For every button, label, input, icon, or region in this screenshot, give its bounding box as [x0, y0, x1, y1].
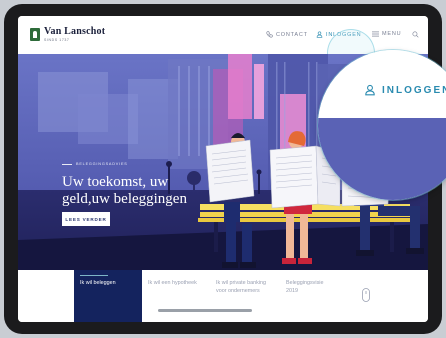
menu-button[interactable]: MENU [372, 31, 401, 37]
tile-private-banking-label: Ik wil private banking voor ondernemers [216, 280, 267, 294]
bottom-tiles: Ik wil beleggen Ik wil een hypotheek Ik … [18, 270, 428, 322]
kicker-line [62, 163, 72, 165]
tile-beleggingsvisie-label: Beleggingsvisie 2019 [286, 280, 324, 294]
tile-private-banking[interactable]: Ik wil private banking voor ondernemers [216, 270, 272, 322]
mouse-scroll-icon [362, 288, 370, 302]
scroll-indicator[interactable] [362, 288, 370, 307]
contact-link[interactable]: CONTACT [266, 31, 308, 38]
zoom-login[interactable]: INLOGGEN [364, 84, 446, 96]
logo-icon[interactable] [30, 28, 40, 41]
read-more-button[interactable]: LEES VERDER [62, 212, 110, 226]
hero-kicker: BELEGGINGSADVIES [62, 162, 128, 166]
user-icon [365, 84, 375, 96]
tile-beleggen[interactable]: Ik wil beleggen [74, 270, 142, 322]
menu-label: MENU [382, 31, 402, 37]
user-icon [316, 31, 323, 38]
hero-title-line-1: Uw toekomst, uw [62, 174, 169, 190]
contact-label: CONTACT [276, 31, 308, 38]
tile-active-bar [80, 275, 108, 276]
hero-title: Uw toekomst, uw geld,uw beleggingen [62, 174, 282, 208]
hero-kicker-text: BELEGGINGSADVIES [76, 162, 128, 166]
top-navbar: Van Lanschot SINDS 1737 CONTACT INLOGGEN [18, 16, 428, 77]
hamburger-icon [372, 31, 379, 37]
login-zoom-callout: INLOGGEN [318, 50, 446, 200]
search-button[interactable] [412, 31, 419, 38]
home-indicator [158, 309, 252, 312]
zoom-hero-area [318, 118, 446, 200]
hero-title-line-2: geld,uw beleggingen [62, 191, 187, 207]
tile-hypotheek[interactable]: Ik wil een hypotheek [146, 270, 208, 322]
zoom-login-label: INLOGGEN [382, 84, 446, 96]
phone-icon [266, 31, 273, 38]
brand-name[interactable]: Van Lanschot [44, 26, 105, 37]
tile-beleggingsvisie[interactable]: Beleggingsvisie 2019 [286, 270, 330, 322]
search-icon [412, 31, 419, 38]
tile-hypotheek-label: Ik wil een hypotheek [148, 280, 197, 286]
brand-since: SINDS 1737 [44, 38, 70, 42]
tile-beleggen-label: Ik wil beleggen [80, 280, 116, 286]
